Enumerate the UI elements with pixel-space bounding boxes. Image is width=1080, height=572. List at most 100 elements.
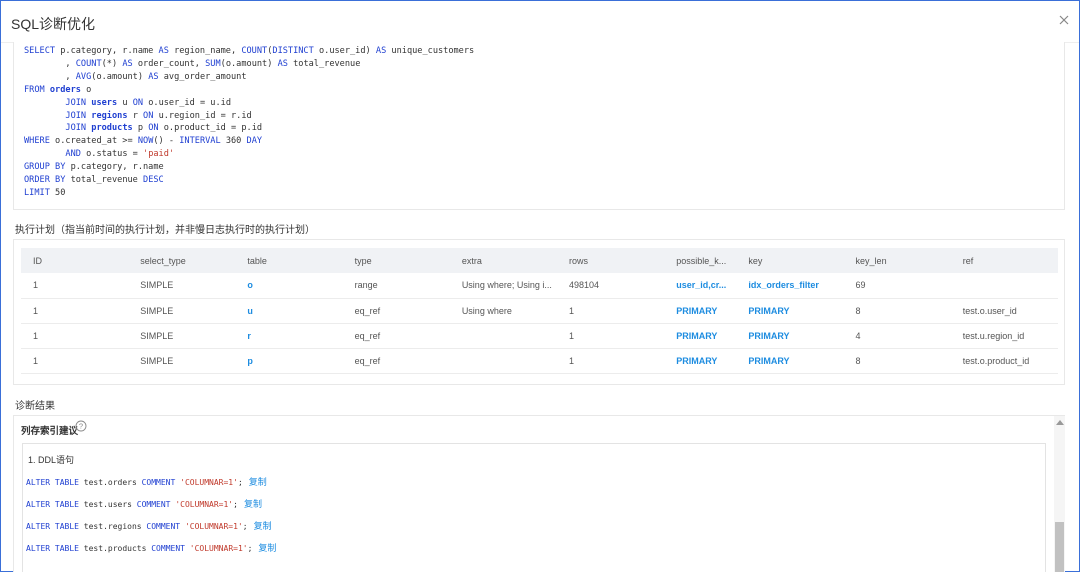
- sql-keyword: FROM: [24, 84, 50, 95]
- table-cell: p: [235, 348, 343, 374]
- close-icon[interactable]: [1057, 13, 1071, 27]
- ddl-statement: ALTER TABLE test.orders COMMENT 'COLUMNA…: [26, 475, 267, 488]
- table-cell-link[interactable]: u: [247, 306, 253, 316]
- dialog-header: SQL诊断优化: [1, 1, 1079, 43]
- copy-button[interactable]: 复制: [249, 477, 267, 487]
- sql-line: GROUP BY p.category, r.name: [24, 161, 474, 174]
- table-cell-link[interactable]: PRIMARY: [748, 331, 789, 341]
- table-cell: test.o.product_id: [950, 348, 1058, 374]
- table-cell: idx_orders_filter: [736, 273, 844, 299]
- ddl-statement: ALTER TABLE test.regions COMMENT 'COLUMN…: [26, 519, 272, 532]
- table-cell: 4: [843, 323, 951, 349]
- table-cell-link[interactable]: user_id,cr...: [676, 280, 726, 290]
- sql-line: WHERE o.created_at >= NOW() - INTERVAL 3…: [24, 135, 474, 148]
- table-cell: PRIMARY: [736, 323, 844, 349]
- column-header: table: [235, 248, 343, 273]
- table-cell-link[interactable]: idx_orders_filter: [748, 280, 819, 290]
- sql-table-name: users: [91, 97, 123, 108]
- ddl-value: 'COLUMNAR=1': [180, 478, 238, 487]
- table-cell: u: [235, 298, 343, 324]
- table-cell: 69: [843, 273, 951, 299]
- ddl-heading: 1. DDL语句: [28, 455, 75, 465]
- table-cell: Using where; Using i...: [449, 273, 558, 299]
- table-cell: 1: [21, 323, 129, 349]
- table-cell-link[interactable]: PRIMARY: [676, 306, 717, 316]
- table-cell-link[interactable]: PRIMARY: [676, 356, 717, 366]
- table-cell: PRIMARY: [664, 298, 737, 324]
- sql-keyword: JOIN: [65, 123, 92, 134]
- ddl-end: ;: [247, 544, 253, 553]
- table-cell: PRIMARY: [664, 323, 737, 349]
- table-cell: range: [342, 273, 450, 299]
- sql-keyword: ON: [148, 123, 164, 134]
- column-header: type: [342, 248, 450, 273]
- sql-line: ORDER BY total_revenue DESC: [24, 174, 474, 187]
- sql-keyword: AS: [277, 58, 294, 69]
- table-cell-link[interactable]: r: [247, 331, 251, 341]
- sql-text: o.product_id = p.id: [163, 123, 263, 134]
- column-header: key_len: [843, 248, 951, 273]
- sql-keyword: LIMIT: [24, 187, 56, 198]
- table-cell: 1: [557, 298, 665, 324]
- sql-table-name: products: [91, 123, 138, 134]
- sql-keyword: AS: [148, 71, 164, 82]
- sql-text: o.status =: [86, 149, 144, 160]
- ddl-statement: ALTER TABLE test.products COMMENT 'COLUM…: [26, 541, 276, 554]
- column-header: key: [736, 248, 844, 273]
- sql-text: (o.amount): [220, 58, 278, 69]
- table-row: 1 SIMPLE u eq_ref Using where 1 PRIMARY PRIMARY…: [21, 298, 1058, 324]
- sql-line: , AVG(o.amount) AS avg_order_amount: [24, 71, 474, 84]
- execution-plan-panel: ID select_type table type extra rows possible_…: [13, 239, 1065, 385]
- table-cell: SIMPLE: [128, 323, 236, 349]
- table-cell: 1: [557, 348, 665, 374]
- table-cell: PRIMARY: [736, 298, 844, 324]
- ddl-end: ;: [233, 500, 238, 509]
- sql-line: JOIN users u ON o.user_id = u.id: [24, 97, 474, 110]
- column-header: ref: [950, 248, 1058, 273]
- sql-text: total_revenue: [293, 58, 361, 69]
- help-icon[interactable]: ?: [75, 420, 87, 432]
- sql-table-name: regions: [91, 110, 133, 121]
- table-cell-link[interactable]: PRIMARY: [748, 356, 789, 366]
- copy-button[interactable]: 复制: [258, 543, 276, 553]
- sql-line: AND o.status = 'paid': [24, 148, 474, 161]
- table-cell-link[interactable]: PRIMARY: [748, 306, 789, 316]
- ddl-prefix: ALTER TABLE: [26, 478, 84, 487]
- table-cell: r: [235, 323, 343, 349]
- table-cell: user_id,cr...: [664, 273, 737, 299]
- table-cell: eq_ref: [342, 298, 450, 324]
- sql-line: SELECT p.category, r.name AS region_name…: [24, 45, 474, 58]
- table-cell: o: [235, 273, 343, 299]
- ddl-end: ;: [242, 522, 248, 531]
- ddl-prefix: ALTER TABLE: [26, 500, 84, 509]
- sql-keyword: AS: [122, 58, 138, 69]
- sql-keyword: DAY: [246, 136, 263, 147]
- table-cell: 1: [21, 298, 129, 324]
- table-cell-link[interactable]: o: [247, 280, 253, 290]
- copy-button[interactable]: 复制: [254, 521, 272, 531]
- sql-text: ,: [24, 71, 76, 82]
- table-cell-link[interactable]: p: [247, 356, 253, 366]
- table-cell-link[interactable]: PRIMARY: [676, 331, 717, 341]
- scroll-thumb[interactable]: [1055, 522, 1064, 572]
- scroll-up-arrow-icon[interactable]: [1056, 420, 1064, 425]
- sql-diagnosis-dialog: SQL诊断优化 SELECT p.category, r.name AS reg…: [0, 0, 1080, 572]
- table-cell: test.u.region_id: [950, 323, 1058, 349]
- ddl-end: ;: [237, 478, 243, 487]
- table-cell: 8: [843, 348, 951, 374]
- ddl-table: test.products: [83, 544, 147, 553]
- sql-keyword: DISTINCT: [272, 46, 319, 56]
- table-row: 1 SIMPLE r eq_ref 1 PRIMARY PRIMARY 4 test.u.reg…: [21, 323, 1058, 349]
- vertical-scrollbar[interactable]: [1054, 416, 1065, 572]
- sql-keyword: INTERVAL: [179, 136, 226, 147]
- sql-text: o.user_id): [318, 46, 376, 56]
- column-header: select_type: [128, 248, 236, 273]
- table-cell: Using where: [449, 298, 558, 324]
- copy-button[interactable]: 复制: [244, 499, 262, 509]
- sql-text: order_count,: [137, 58, 206, 69]
- sql-keyword: SUM: [205, 58, 221, 69]
- sql-text: p.category, r.name: [70, 162, 164, 173]
- table-row: 1 SIMPLE o range Using where; Using i... 4981…: [21, 273, 1058, 299]
- sql-keyword: ORDER BY: [24, 175, 71, 186]
- table-cell: eq_ref: [342, 348, 450, 374]
